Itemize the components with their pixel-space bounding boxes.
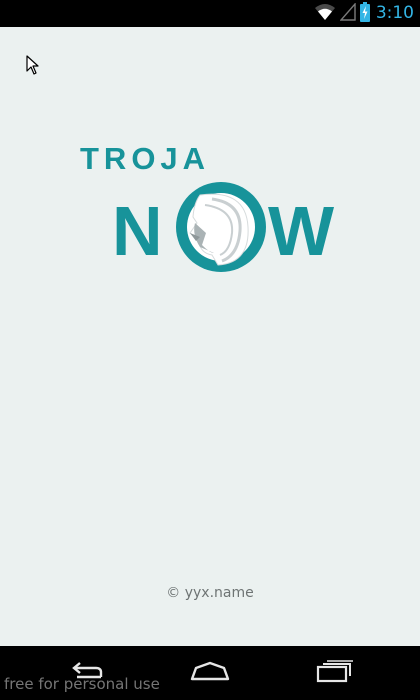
home-icon <box>189 660 231 686</box>
recent-apps-icon <box>314 659 354 687</box>
troja-now-logo: TROJA N W <box>80 141 334 272</box>
logo-letter-n: N <box>112 192 163 270</box>
mouse-pointer-icon <box>26 55 40 79</box>
wifi-icon <box>314 3 336 25</box>
status-icons: 3:10 <box>314 1 414 26</box>
status-bar: 3:10 <box>0 0 420 27</box>
copyright-text: © yyx.name <box>166 585 254 601</box>
home-button[interactable] <box>186 658 234 688</box>
logo-letter-w: W <box>268 192 334 270</box>
logo-head-emblem <box>176 182 266 272</box>
watermark-text: free for personal use <box>4 675 160 693</box>
logo-word-troja: TROJA <box>80 141 210 176</box>
status-time: 3:10 <box>375 3 414 23</box>
recent-apps-button[interactable] <box>310 658 358 688</box>
battery-charging-icon <box>359 1 370 26</box>
signal-icon <box>339 1 356 25</box>
splash-screen: TROJA N W © yyx.name <box>0 27 420 646</box>
